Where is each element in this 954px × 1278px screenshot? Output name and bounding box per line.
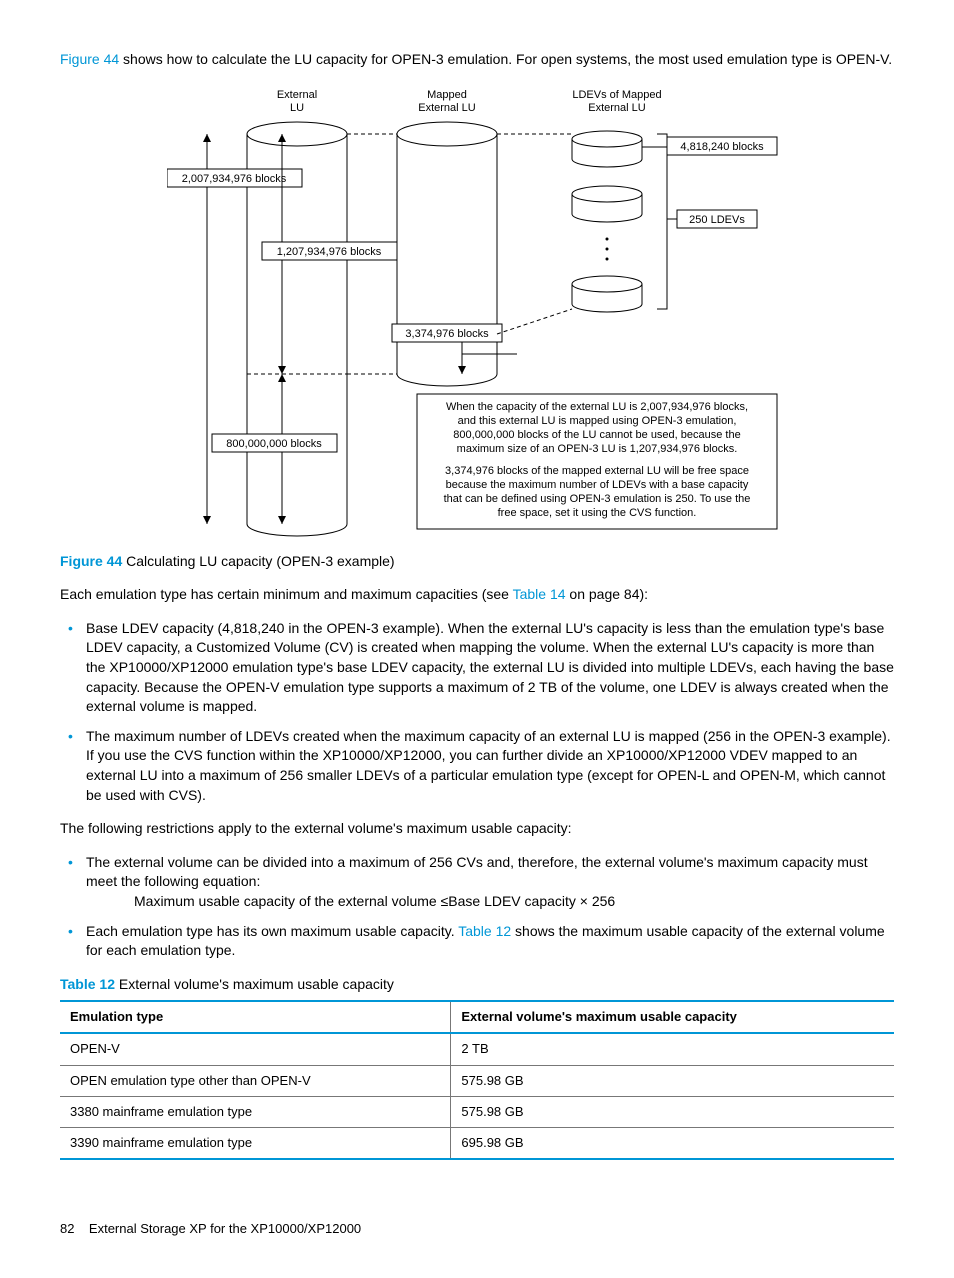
cell: 695.98 GB xyxy=(451,1128,894,1160)
table-row: OPEN emulation type other than OPEN-V 57… xyxy=(60,1065,894,1096)
figure-44-diagram: External LU Mapped External LU LDEVs of … xyxy=(60,84,894,544)
svg-text:When the capacity of the exter: When the capacity of the external LU is … xyxy=(446,401,748,413)
svg-text:800,000,000 blocks of the LU c: 800,000,000 blocks of the LU cannot be u… xyxy=(453,429,740,441)
page-number: 82 xyxy=(60,1221,74,1236)
svg-text:LDEVs of Mapped: LDEVs of Mapped xyxy=(572,89,661,101)
cell: 575.98 GB xyxy=(451,1065,894,1096)
svg-text:LU: LU xyxy=(290,102,304,114)
restrictions-paragraph: The following restrictions apply to the … xyxy=(60,819,894,839)
cell: 3380 mainframe emulation type xyxy=(60,1096,451,1127)
table-caption-text: External volume's maximum usable capacit… xyxy=(115,976,394,992)
svg-text:3,374,976 blocks of the mapped: 3,374,976 blocks of the mapped external … xyxy=(445,465,749,477)
intro-text: shows how to calculate the LU capacity f… xyxy=(119,51,892,67)
page-footer: 82 External Storage XP for the XP10000/X… xyxy=(60,1220,894,1238)
figure-44-link[interactable]: Figure 44 xyxy=(60,51,119,67)
svg-text:free space, set it using the C: free space, set it using the CVS functio… xyxy=(498,507,697,519)
table-12-link[interactable]: Table 12 xyxy=(458,923,511,939)
table-12-caption: Table 12 External volume's maximum usabl… xyxy=(60,975,894,995)
svg-text:4,818,240 blocks: 4,818,240 blocks xyxy=(680,141,764,153)
svg-text:that can be defined using OPEN: that can be defined using OPEN-3 emulati… xyxy=(444,493,751,505)
svg-text:3,374,976 blocks: 3,374,976 blocks xyxy=(405,328,489,340)
cell: 3390 mainframe emulation type xyxy=(60,1128,451,1160)
footer-title: External Storage XP for the XP10000/XP12… xyxy=(89,1221,361,1236)
svg-text:800,000,000 blocks: 800,000,000 blocks xyxy=(226,438,322,450)
svg-text:because the maximum number of: because the maximum number of LDEVs with… xyxy=(446,479,749,491)
svg-text:External LU: External LU xyxy=(588,102,646,114)
list-item: The maximum number of LDEVs created when… xyxy=(86,727,894,805)
svg-text:External LU: External LU xyxy=(418,102,476,114)
svg-text:and this external LU is mapped: and this external LU is mapped using OPE… xyxy=(458,415,737,427)
figure-caption-text: Calculating LU capacity (OPEN-3 example) xyxy=(122,553,394,569)
text: The external volume can be divided into … xyxy=(86,854,868,890)
svg-text:External: External xyxy=(277,89,317,101)
svg-text:Mapped: Mapped xyxy=(427,89,467,101)
figure-number: Figure 44 xyxy=(60,553,122,569)
figure-44-caption: Figure 44 Calculating LU capacity (OPEN-… xyxy=(60,552,894,572)
svg-text:250 LDEVs: 250 LDEVs xyxy=(689,214,745,226)
equation-text: Maximum usable capacity of the external … xyxy=(134,892,894,912)
svg-text:maximum size of an OPEN-3 LU i: maximum size of an OPEN-3 LU is 1,207,93… xyxy=(457,443,738,455)
cell: OPEN-V xyxy=(60,1033,451,1065)
list-item: Each emulation type has its own maximum … xyxy=(86,922,894,961)
svg-text:2,007,934,976 blocks: 2,007,934,976 blocks xyxy=(182,173,287,185)
table-14-link[interactable]: Table 14 xyxy=(513,586,566,602)
restrictions-bullet-list: The external volume can be divided into … xyxy=(60,853,894,961)
capacity-bullet-list: Base LDEV capacity (4,818,240 in the OPE… xyxy=(60,619,894,805)
col-max-capacity: External volume's maximum usable capacit… xyxy=(451,1001,894,1033)
table-header-row: Emulation type External volume's maximum… xyxy=(60,1001,894,1033)
text: on page 84): xyxy=(566,586,649,602)
each-emulation-paragraph: Each emulation type has certain minimum … xyxy=(60,585,894,605)
capacity-table: Emulation type External volume's maximum… xyxy=(60,1000,894,1160)
cell: 2 TB xyxy=(451,1033,894,1065)
table-number: Table 12 xyxy=(60,976,115,992)
text: Each emulation type has certain minimum … xyxy=(60,586,513,602)
intro-paragraph: Figure 44 shows how to calculate the LU … xyxy=(60,50,894,70)
cell: 575.98 GB xyxy=(451,1096,894,1127)
list-item: The external volume can be divided into … xyxy=(86,853,894,912)
text: Each emulation type has its own maximum … xyxy=(86,923,458,939)
table-row: 3380 mainframe emulation type 575.98 GB xyxy=(60,1096,894,1127)
table-row: OPEN-V 2 TB xyxy=(60,1033,894,1065)
list-item: Base LDEV capacity (4,818,240 in the OPE… xyxy=(86,619,894,717)
svg-text:1,207,934,976 blocks: 1,207,934,976 blocks xyxy=(277,246,382,258)
cell: OPEN emulation type other than OPEN-V xyxy=(60,1065,451,1096)
table-row: 3390 mainframe emulation type 695.98 GB xyxy=(60,1128,894,1160)
col-emulation-type: Emulation type xyxy=(60,1001,451,1033)
